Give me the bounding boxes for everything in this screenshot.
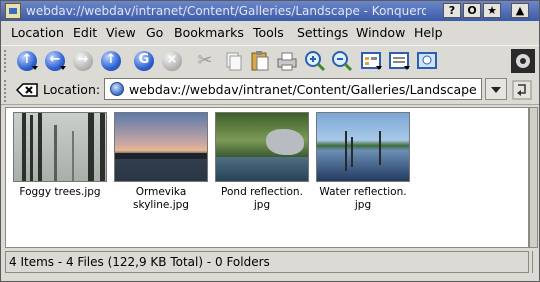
- file-item[interactable]: Pond reflection. jpg: [212, 112, 312, 212]
- konqueror-gear-button[interactable]: [511, 49, 535, 73]
- home-button[interactable]: ↑: [99, 49, 123, 73]
- location-bar: Location: webdav://webdav/intranet/Conte…: [1, 76, 539, 105]
- location-dropdown-button[interactable]: [485, 78, 507, 100]
- preview-icon: [417, 52, 437, 69]
- forward-button[interactable]: →: [71, 49, 95, 73]
- globe-icon: [110, 82, 124, 96]
- back-button[interactable]: ↑: [15, 49, 39, 73]
- vertical-scrollbar[interactable]: [529, 107, 538, 248]
- file-name: Ormevika skyline.jpg: [133, 186, 189, 211]
- window-title: webdav://webdav/intranet/Content/Galleri…: [26, 4, 426, 18]
- back-history-button[interactable]: ←: [43, 49, 67, 73]
- image-thumbnail: [215, 112, 309, 182]
- stop-button[interactable]: ×: [160, 49, 184, 73]
- title-bar[interactable]: webdav://webdav/intranet/Content/Galleri…: [1, 1, 539, 21]
- konqueror-window: webdav://webdav/intranet/Content/Galleri…: [0, 0, 540, 282]
- status-grip[interactable]: [532, 251, 539, 273]
- cut-icon: ✂: [197, 50, 213, 71]
- konqueror-gear-icon: [511, 49, 535, 73]
- print-icon: [277, 52, 297, 71]
- zoom-in-icon: [305, 51, 326, 72]
- menu-help[interactable]: Help: [414, 25, 443, 40]
- go-icon[interactable]: [511, 79, 533, 101]
- menu-view[interactable]: View: [106, 25, 136, 40]
- zoom-out-icon: [332, 51, 353, 72]
- location-label: Location:: [43, 82, 101, 97]
- file-name: Pond reflection. jpg: [221, 186, 303, 211]
- cut-button[interactable]: ✂: [193, 49, 217, 73]
- menu-window[interactable]: Window: [356, 25, 405, 40]
- file-item[interactable]: Foggy trees.jpg: [10, 112, 110, 199]
- location-input[interactable]: webdav://webdav/intranet/Content/Galleri…: [104, 78, 482, 100]
- image-thumbnail: [316, 112, 410, 182]
- menu-settings[interactable]: Settings: [297, 25, 348, 40]
- menu-go[interactable]: Go: [146, 25, 163, 40]
- menu-bar: Location Edit View Go Bookmarks Tools Se…: [1, 22, 539, 44]
- zoom-in-button[interactable]: [303, 49, 327, 73]
- toolbar-handle[interactable]: [4, 50, 10, 72]
- paste-button[interactable]: [248, 49, 272, 73]
- menu-bookmarks[interactable]: Bookmarks: [174, 25, 244, 40]
- print-button[interactable]: [275, 49, 299, 73]
- preview-button[interactable]: [415, 49, 439, 73]
- copy-icon: [226, 52, 242, 71]
- status-text: 4 Items - 4 Files (122,9 KB Total) - 0 F…: [9, 255, 270, 269]
- help-window-button[interactable]: ?: [443, 3, 461, 18]
- minimize-button[interactable]: O: [463, 3, 481, 18]
- app-icon[interactable]: [5, 3, 21, 19]
- zoom-out-button[interactable]: [330, 49, 354, 73]
- file-view[interactable]: Foggy trees.jpg Ormevika skyline.jpg Pon…: [5, 107, 529, 248]
- clear-location-icon[interactable]: [16, 82, 38, 98]
- shade-button[interactable]: ▲: [511, 3, 529, 18]
- location-handle[interactable]: [4, 80, 10, 102]
- view-list-button[interactable]: [387, 49, 411, 73]
- file-item[interactable]: Water reflection. jpg: [313, 112, 413, 212]
- status-bar: 4 Items - 4 Files (122,9 KB Total) - 0 F…: [5, 251, 529, 273]
- reload-button[interactable]: G: [132, 49, 156, 73]
- file-item[interactable]: Ormevika skyline.jpg: [111, 112, 211, 212]
- file-name: Water reflection. jpg: [319, 186, 407, 211]
- paste-icon: [251, 51, 269, 71]
- file-name: Foggy trees.jpg: [19, 186, 101, 198]
- copy-button[interactable]: [221, 49, 245, 73]
- image-thumbnail: [114, 112, 208, 182]
- location-value[interactable]: webdav://webdav/intranet/Content/Galleri…: [129, 82, 477, 97]
- menu-edit[interactable]: Edit: [73, 25, 97, 40]
- menu-tools[interactable]: Tools: [253, 25, 284, 40]
- main-toolbar: ↑ ← → ↑ G × ✂: [1, 45, 539, 77]
- menu-location[interactable]: Location: [11, 25, 64, 40]
- maximize-button[interactable]: ★: [483, 3, 501, 18]
- view-mode-button[interactable]: [359, 49, 383, 73]
- image-thumbnail: [13, 112, 107, 182]
